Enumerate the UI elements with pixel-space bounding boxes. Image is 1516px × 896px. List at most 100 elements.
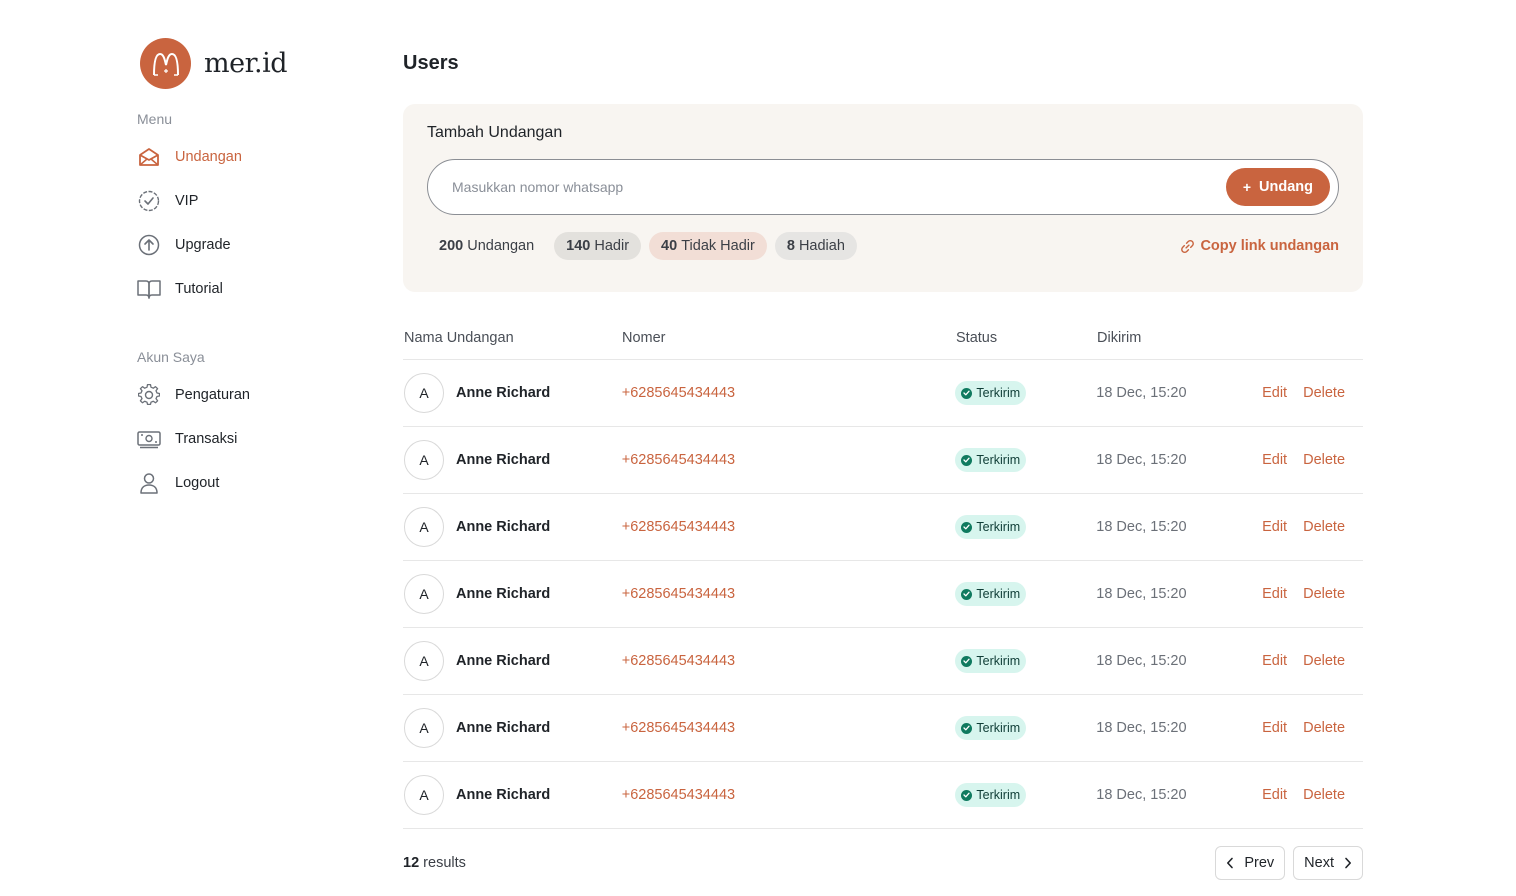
check-circle-icon <box>961 521 973 533</box>
phone-number[interactable]: +6285645434443 <box>622 653 735 669</box>
cell-name: A Anne Richard <box>403 440 622 480</box>
next-page-button[interactable]: Next <box>1293 846 1363 880</box>
table-row: A Anne Richard +6285645434443 Terkirim 18 De… <box>403 628 1363 695</box>
sidebar-item-tutorial[interactable]: Tutorial <box>137 267 357 311</box>
header-dikirim[interactable]: Dikirim <box>1097 330 1247 346</box>
cell-status: Terkirim <box>955 582 1096 606</box>
copy-link-label: Copy link undangan <box>1200 238 1339 254</box>
cell-name: A Anne Richard <box>403 708 622 748</box>
guest-name: Anne Richard <box>456 586 551 602</box>
cell-number: +6285645434443 <box>622 518 956 536</box>
cell-number: +6285645434443 <box>622 786 956 804</box>
money-icon <box>137 427 161 451</box>
guest-name: Anne Richard <box>456 519 551 535</box>
avatar: A <box>404 574 444 614</box>
stat-total: 200 Undangan <box>439 238 534 254</box>
edit-button[interactable]: Edit <box>1262 586 1287 602</box>
edit-button[interactable]: Edit <box>1262 720 1287 736</box>
phone-number[interactable]: +6285645434443 <box>622 787 735 803</box>
guest-name: Anne Richard <box>456 653 551 669</box>
phone-number[interactable]: +6285645434443 <box>622 452 735 468</box>
edit-button[interactable]: Edit <box>1262 653 1287 669</box>
sidebar-item-label: VIP <box>175 193 199 209</box>
check-circle-icon <box>961 789 973 801</box>
cell-actions: Edit Delete <box>1246 653 1363 669</box>
status-label: Terkirim <box>976 788 1021 802</box>
sidebar-item-logout[interactable]: Logout <box>137 461 357 505</box>
sidebar-item-label: Transaksi <box>175 431 238 447</box>
status-badge: Terkirim <box>955 716 1027 740</box>
gear-icon <box>137 383 161 407</box>
avatar: A <box>404 507 444 547</box>
cell-sent: 18 Dec, 15:20 <box>1096 719 1246 737</box>
cell-actions: Edit Delete <box>1246 385 1363 401</box>
link-icon <box>1180 239 1195 254</box>
delete-button[interactable]: Delete <box>1303 586 1345 602</box>
cell-sent: 18 Dec, 15:20 <box>1096 585 1246 603</box>
cell-number: +6285645434443 <box>622 451 956 469</box>
delete-button[interactable]: Delete <box>1303 720 1345 736</box>
delete-button[interactable]: Delete <box>1303 653 1345 669</box>
cell-actions: Edit Delete <box>1246 586 1363 602</box>
delete-button[interactable]: Delete <box>1303 452 1345 468</box>
invite-card: Tambah Undangan + Undang 200 Undangan 14… <box>403 104 1363 292</box>
stat-total-count: 200 <box>439 238 464 254</box>
status-label: Terkirim <box>976 520 1021 534</box>
phone-number[interactable]: +6285645434443 <box>622 385 735 401</box>
check-circle-icon <box>961 387 973 399</box>
whatsapp-number-input[interactable] <box>452 179 1226 195</box>
status-badge: Terkirim <box>955 783 1027 807</box>
table-row: A Anne Richard +6285645434443 Terkirim 18 De… <box>403 561 1363 628</box>
stat-hadir-count: 140 <box>566 238 591 254</box>
copy-link-button[interactable]: Copy link undangan <box>1180 238 1339 254</box>
cell-number: +6285645434443 <box>622 719 956 737</box>
edit-button[interactable]: Edit <box>1262 452 1287 468</box>
header-nomer[interactable]: Nomer <box>622 330 956 346</box>
stat-hadiah-chip[interactable]: 8 Hadiah <box>774 232 857 260</box>
phone-number[interactable]: +6285645434443 <box>622 519 735 535</box>
header-status[interactable]: Status <box>956 330 1097 346</box>
cell-status: Terkirim <box>955 716 1096 740</box>
mer-logo-icon <box>140 38 191 89</box>
sidebar-item-undangan[interactable]: Undangan <box>137 135 357 179</box>
account-section-label: Akun Saya <box>137 349 205 365</box>
user-icon <box>137 471 161 495</box>
delete-button[interactable]: Delete <box>1303 519 1345 535</box>
undang-button-label: Undang <box>1259 179 1313 195</box>
undang-button[interactable]: + Undang <box>1225 168 1330 206</box>
guest-name: Anne Richard <box>456 787 551 803</box>
sidebar-item-upgrade[interactable]: Upgrade <box>137 223 357 267</box>
sidebar-item-label: Upgrade <box>175 237 231 253</box>
edit-button[interactable]: Edit <box>1262 787 1287 803</box>
edit-button[interactable]: Edit <box>1262 519 1287 535</box>
sidebar: mer.id Menu Undangan VIP Upgrade Tutoria… <box>137 38 357 505</box>
cell-number: +6285645434443 <box>622 652 956 670</box>
delete-button[interactable]: Delete <box>1303 385 1345 401</box>
stat-tidak-hadir-chip[interactable]: 40 Tidak Hadir <box>649 232 767 260</box>
delete-button[interactable]: Delete <box>1303 787 1345 803</box>
header-nama-undangan[interactable]: Nama Undangan <box>403 330 622 346</box>
sent-date: 18 Dec, 15:20 <box>1096 452 1187 468</box>
prev-page-button[interactable]: Prev <box>1215 846 1286 880</box>
phone-number[interactable]: +6285645434443 <box>622 720 735 736</box>
edit-button[interactable]: Edit <box>1262 385 1287 401</box>
pagination: Prev Next <box>1207 846 1363 880</box>
invite-form: + Undang <box>427 159 1339 215</box>
sidebar-item-vip[interactable]: VIP <box>137 179 357 223</box>
cell-status: Terkirim <box>955 381 1096 405</box>
cell-sent: 18 Dec, 15:20 <box>1096 384 1246 402</box>
table-row: A Anne Richard +6285645434443 Terkirim 18 De… <box>403 360 1363 427</box>
cell-actions: Edit Delete <box>1246 452 1363 468</box>
status-label: Terkirim <box>976 453 1021 467</box>
avatar: A <box>404 641 444 681</box>
sidebar-item-pengaturan[interactable]: Pengaturan <box>137 373 357 417</box>
cell-actions: Edit Delete <box>1246 720 1363 736</box>
main-content: Users Tambah Undangan + Undang 200 Undan… <box>403 52 1363 880</box>
phone-number[interactable]: +6285645434443 <box>622 586 735 602</box>
table-row: A Anne Richard +6285645434443 Terkirim 18 De… <box>403 762 1363 829</box>
brand[interactable]: mer.id <box>140 38 357 89</box>
stat-hadir-chip[interactable]: 140 Hadir <box>554 232 642 260</box>
cell-number: +6285645434443 <box>622 585 956 603</box>
sidebar-item-transaksi[interactable]: Transaksi <box>137 417 357 461</box>
cell-name: A Anne Richard <box>403 641 622 681</box>
